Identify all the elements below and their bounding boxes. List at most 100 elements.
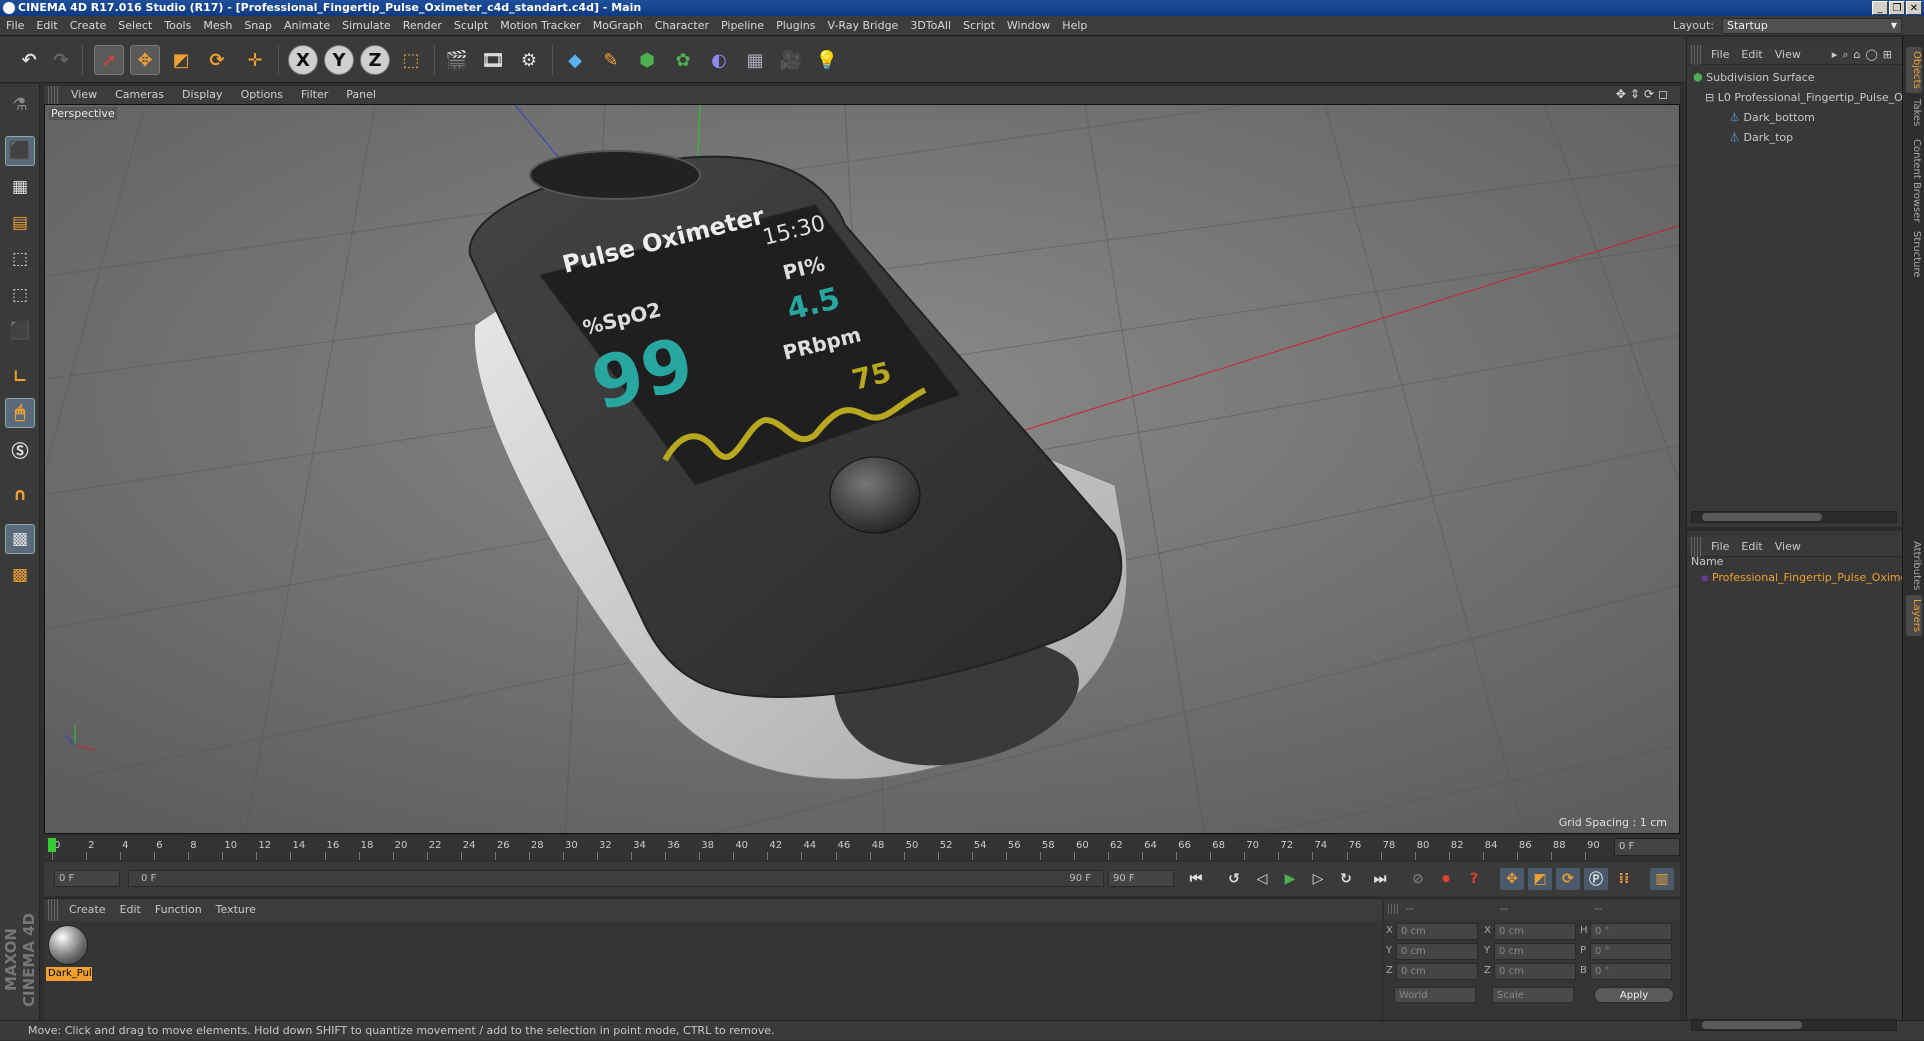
planar-workplane-icon[interactable]: ▩ xyxy=(5,560,35,590)
tweak-mode-icon[interactable]: 🖱 xyxy=(5,398,35,428)
menu-tools[interactable]: Tools xyxy=(158,16,197,36)
coord-value-field[interactable]: 0 ° xyxy=(1590,943,1672,960)
coord-value-field[interactable]: 0 cm xyxy=(1494,943,1576,960)
tab-takes[interactable]: Takes xyxy=(1906,95,1922,130)
play-icon[interactable]: ▶ xyxy=(1278,868,1302,890)
magnet-icon[interactable]: ∩ xyxy=(5,480,35,510)
live-selection-icon[interactable]: ➚ xyxy=(94,45,124,75)
tab-objects[interactable]: Objects xyxy=(1906,47,1922,93)
layers-menu-view[interactable]: View xyxy=(1769,537,1807,557)
menu-snap[interactable]: Snap xyxy=(238,16,278,36)
deformer-icon[interactable]: ◐ xyxy=(704,45,734,75)
coord-value-field[interactable]: 0 cm xyxy=(1494,923,1576,940)
object-row-subdivision[interactable]: ⬢ Subdivision Surface xyxy=(1693,69,1815,87)
axis-mode-icon[interactable]: ∟ xyxy=(5,362,35,392)
x-axis-icon[interactable]: X xyxy=(288,45,318,75)
points-mode-icon[interactable]: ⬚ xyxy=(5,244,35,274)
workplane-icon[interactable]: ▤ xyxy=(5,208,35,238)
key-pla-icon[interactable]: ⁞⁞ xyxy=(1612,868,1636,890)
make-editable-icon[interactable]: ⚗ xyxy=(5,90,35,120)
menu-edit[interactable]: Edit xyxy=(30,16,63,36)
texture-mode-icon[interactable]: ▦ xyxy=(5,172,35,202)
keyframe-selection-icon[interactable]: ? xyxy=(1462,868,1486,890)
layout-dropdown[interactable]: Startup xyxy=(1722,18,1902,34)
viewport-nav-icons[interactable]: ✥⇕⟳◻ xyxy=(1616,87,1672,101)
objects-menu-file[interactable]: File xyxy=(1705,45,1735,65)
apply-button[interactable]: Apply xyxy=(1594,987,1674,1003)
light-icon[interactable]: 💡 xyxy=(812,45,842,75)
menu-pipeline[interactable]: Pipeline xyxy=(715,16,770,36)
viewport-menu-panel[interactable]: Panel xyxy=(337,86,385,104)
snap-icon[interactable]: Ⓢ xyxy=(5,434,35,464)
render-view-icon[interactable]: 🎬 xyxy=(442,45,472,75)
object-row-dark-top[interactable]: ⏃ Dark_top xyxy=(1729,129,1793,147)
current-frame-field[interactable]: 0 F xyxy=(1614,838,1680,856)
viewport-menu-options[interactable]: Options xyxy=(232,86,292,104)
edit-render-settings-icon[interactable]: ⚙ xyxy=(514,45,544,75)
menu-simulate[interactable]: Simulate xyxy=(336,16,397,36)
next-frame-icon[interactable]: ▷ xyxy=(1306,868,1330,890)
object-row-oximeter[interactable]: ⊟ L0 Professional_Fingertip_Pulse_Oxim xyxy=(1705,89,1923,107)
playhead-marker[interactable] xyxy=(48,838,56,852)
scale-icon[interactable]: ◩ xyxy=(166,45,196,75)
key-parameter-icon[interactable]: Ⓟ xyxy=(1584,868,1608,890)
move-icon[interactable]: ✥ xyxy=(130,45,160,75)
material-menu-edit[interactable]: Edit xyxy=(113,899,148,921)
perspective-viewport[interactable]: Pulse Oximeter 15:30 PI% 4.5 %SpO2 99 PR… xyxy=(44,104,1680,834)
key-scale-icon[interactable]: ◩ xyxy=(1528,868,1552,890)
material-menu-texture[interactable]: Texture xyxy=(209,899,263,921)
coordinate-mode-dropdown[interactable]: World xyxy=(1394,987,1476,1003)
material-menu-create[interactable]: Create xyxy=(62,899,113,921)
menu-3dtoall[interactable]: 3DToAll xyxy=(904,16,957,36)
tab-attributes[interactable]: Attributes xyxy=(1906,537,1922,594)
coord-value-field[interactable]: 0 cm xyxy=(1396,963,1478,980)
menu-motion-tracker[interactable]: Motion Tracker xyxy=(494,16,586,36)
menu-render[interactable]: Render xyxy=(397,16,448,36)
coord-value-field[interactable]: 0 ° xyxy=(1590,963,1672,980)
layers-horizontal-scrollbar[interactable] xyxy=(1691,1019,1897,1031)
viewport-menu-display[interactable]: Display xyxy=(173,86,232,104)
menu-vray-bridge[interactable]: V-Ray Bridge xyxy=(821,16,904,36)
scale-mode-dropdown[interactable]: Scale xyxy=(1492,987,1574,1003)
coord-value-field[interactable]: 0 cm xyxy=(1494,963,1576,980)
array-icon[interactable]: ✿ xyxy=(668,45,698,75)
menu-file[interactable]: File xyxy=(0,16,30,36)
cube-icon[interactable]: ◆ xyxy=(560,45,590,75)
preview-range-slider[interactable]: 0 F 90 F xyxy=(128,870,1104,887)
viewport-menu-filter[interactable]: Filter xyxy=(292,86,337,104)
model-mode-icon[interactable]: ⬛ xyxy=(5,136,35,166)
polygons-mode-icon[interactable]: ⬛ xyxy=(5,316,35,346)
redo-icon[interactable]: ↷ xyxy=(46,45,76,75)
pen-icon[interactable]: ✎ xyxy=(596,45,626,75)
coord-value-field[interactable]: 0 cm xyxy=(1396,923,1478,940)
end-frame-field[interactable]: 90 F xyxy=(1108,870,1174,887)
record-keys-icon[interactable]: ⊘ xyxy=(1406,868,1430,890)
objects-toolbar-icons[interactable]: ▸⌕⌂◯⊞ xyxy=(1832,48,1897,62)
subdivision-icon[interactable]: ⬢ xyxy=(632,45,662,75)
menu-script[interactable]: Script xyxy=(957,16,1001,36)
viewport-menu-cameras[interactable]: Cameras xyxy=(106,86,173,104)
material-name-label[interactable]: Dark_Pul xyxy=(46,967,92,981)
floor-icon[interactable]: ▦ xyxy=(740,45,770,75)
objects-horizontal-scrollbar[interactable] xyxy=(1691,511,1897,523)
edges-mode-icon[interactable]: ⬚ xyxy=(5,280,35,310)
minimize-button[interactable]: _ xyxy=(1872,1,1888,15)
material-preview-ball[interactable] xyxy=(48,925,88,965)
object-row-dark-bottom[interactable]: ⏃ Dark_bottom xyxy=(1729,109,1815,127)
go-to-end-icon[interactable]: ⏭ xyxy=(1368,868,1392,890)
next-key-icon[interactable]: ↻ xyxy=(1334,868,1358,890)
menu-character[interactable]: Character xyxy=(649,16,715,36)
coordinate-system-icon[interactable]: ⬚ xyxy=(396,45,426,75)
menu-sculpt[interactable]: Sculpt xyxy=(448,16,494,36)
key-rotation-icon[interactable]: ⟳ xyxy=(1556,868,1580,890)
camera-icon[interactable]: 🎥 xyxy=(776,45,806,75)
tab-content-browser[interactable]: Content Browser xyxy=(1906,135,1922,226)
key-position-icon[interactable]: ✥ xyxy=(1500,868,1524,890)
autokeying-icon[interactable]: ⏺ xyxy=(1434,868,1458,890)
undo-icon[interactable]: ↶ xyxy=(14,45,44,75)
objects-menu-view[interactable]: View xyxy=(1769,45,1807,65)
tab-structure[interactable]: Structure xyxy=(1906,227,1922,282)
start-frame-field[interactable]: 0 F xyxy=(54,870,120,887)
y-axis-icon[interactable]: Y xyxy=(324,45,354,75)
material-menu-function[interactable]: Function xyxy=(148,899,209,921)
